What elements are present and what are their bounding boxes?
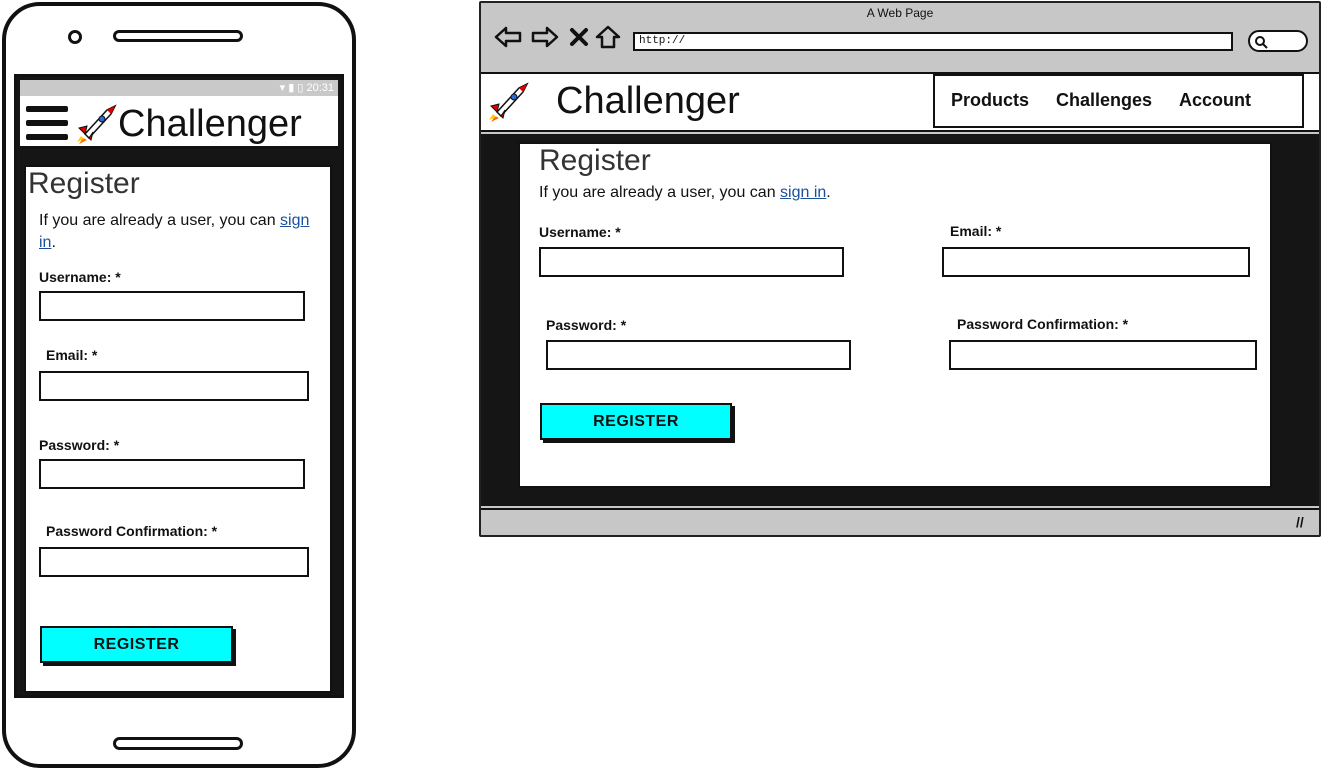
mobile-intro-period: . [51, 234, 56, 251]
rocket-logo-icon [77, 104, 117, 144]
nav-challenges[interactable]: Challenges [1056, 90, 1152, 111]
browser-intro-prefix: If you are already a user, you can [539, 184, 776, 201]
mobile-password-input[interactable] [39, 459, 305, 489]
browser-email-input[interactable] [942, 247, 1250, 277]
resize-handle-icon[interactable]: // [1296, 514, 1304, 530]
status-time: 20:31 [306, 82, 334, 94]
mobile-username-input[interactable] [39, 291, 305, 321]
mobile-confirm-label: Password Confirmation: * [46, 523, 218, 539]
browser-password-label: Password: * [546, 317, 627, 333]
home-button[interactable] [113, 737, 243, 750]
status-bar: ▾ ▮ ▯ 20:31 [20, 80, 338, 96]
mobile-register-button[interactable]: REGISTER [40, 626, 233, 663]
browser-username-label: Username: * [539, 224, 621, 240]
hamburger-menu-icon[interactable] [26, 106, 68, 140]
mobile-intro-prefix: If you are already a user, you can [39, 212, 276, 229]
mobile-confirm-input[interactable] [39, 547, 309, 577]
mobile-email-label: Email: * [46, 347, 98, 363]
battery-icon: ▯ [297, 82, 304, 94]
nav-account[interactable]: Account [1179, 90, 1251, 111]
browser-password-input[interactable] [546, 340, 851, 370]
forward-arrow-icon[interactable] [530, 24, 560, 50]
browser-intro-text: If you are already a user, you can sign … [539, 182, 831, 204]
url-bar[interactable]: http:// [633, 32, 1233, 51]
search-icon [1255, 36, 1268, 49]
browser-app-title: Challenger [556, 80, 740, 122]
home-icon[interactable] [594, 24, 622, 50]
browser-email-label: Email: * [950, 223, 1002, 239]
mobile-register-heading: Register [28, 167, 140, 200]
rocket-logo-icon [489, 82, 529, 122]
speaker-grille [113, 30, 243, 42]
browser-username-input[interactable] [539, 247, 844, 277]
browser-register-heading: Register [539, 144, 651, 177]
mobile-username-label: Username: * [39, 269, 121, 285]
browser-signin-link[interactable]: sign in [780, 184, 826, 201]
browser-confirm-label: Password Confirmation: * [957, 316, 1129, 332]
close-icon[interactable] [567, 24, 591, 50]
mobile-intro-text: If you are already a user, you can sign … [39, 210, 329, 254]
camera-icon [68, 30, 82, 44]
browser-intro-period: . [826, 184, 831, 201]
mobile-password-label: Password: * [39, 437, 120, 453]
search-box[interactable] [1248, 30, 1308, 52]
wifi-icon: ▾ [279, 82, 286, 94]
signal-icon: ▮ [288, 82, 295, 94]
back-arrow-icon[interactable] [493, 24, 523, 50]
browser-window-title: A Web Page [866, 6, 934, 20]
browser-status-bar [481, 508, 1319, 535]
browser-register-button[interactable]: REGISTER [540, 403, 732, 440]
browser-confirm-input[interactable] [949, 340, 1257, 370]
mobile-app-title: Challenger [118, 103, 302, 145]
nav-products[interactable]: Products [951, 90, 1029, 111]
mobile-email-input[interactable] [39, 371, 309, 401]
